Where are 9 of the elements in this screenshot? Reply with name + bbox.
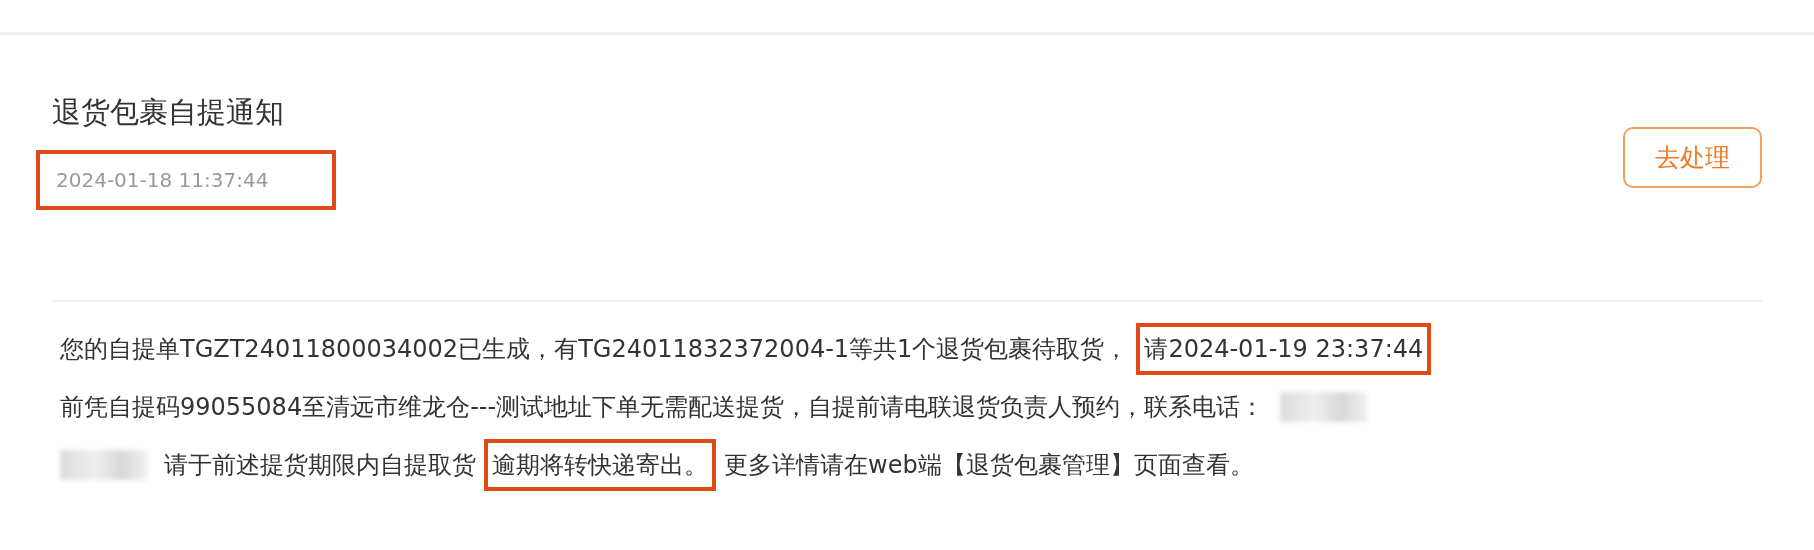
highlighted-text: 请2024-01-19 23:37:44 [1136, 323, 1432, 375]
body-text: 您的自提单TGZT24011800034002已生成，有TG24011832372004-1等共1个退货包裹待取货， [59, 334, 1130, 365]
highlighted-text: 逾期将转快递寄出。 [484, 439, 716, 491]
body-text: 请于前述提货期限内自提取货 [163, 450, 477, 481]
timestamp: 2024-01-18 11:37:44 [36, 150, 336, 210]
body-text: 前凭自提码99055084至清远市维龙仓---测试地址下单无需配送提货，自提前请电联退货负责人预约，联系电话： [59, 392, 1266, 423]
process-button[interactable]: 去处理 [1623, 127, 1762, 188]
body-text: 更多详情请在web端【退货包裹管理】页面查看。 [723, 450, 1255, 481]
notice-title: 退货包裹自提通知 [52, 94, 285, 131]
